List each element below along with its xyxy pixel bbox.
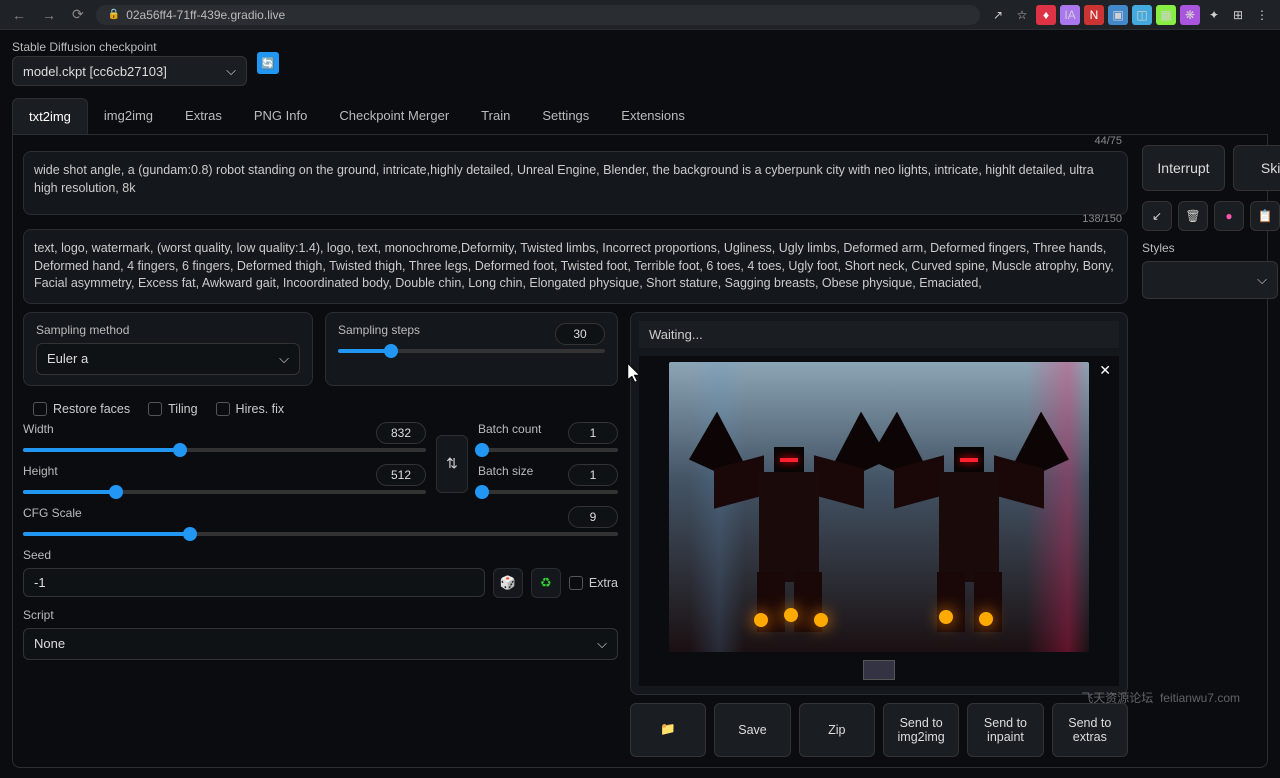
menu-icon[interactable]: ⋮ — [1252, 5, 1272, 25]
cfg-slider[interactable] — [23, 532, 618, 536]
tab-img2img[interactable]: img2img — [88, 98, 169, 134]
open-folder-button[interactable]: 📁 — [630, 703, 706, 757]
ext-icon[interactable]: ▦ — [1156, 5, 1176, 25]
sampling-steps-slider[interactable] — [338, 349, 605, 353]
url-bar[interactable]: 🔒 02a56ff4-71ff-439e.gradio.live — [96, 5, 980, 25]
batch-size-label: Batch size — [478, 464, 533, 478]
negative-prompt-input[interactable]: text, logo, watermark, (worst quality, l… — [23, 229, 1128, 304]
checkpoint-select[interactable]: model.ckpt [cc6cb27103] ⌵ — [12, 56, 247, 86]
batch-size-slider[interactable] — [478, 490, 618, 494]
batch-count-slider[interactable] — [478, 448, 618, 452]
tab-extras[interactable]: Extras — [169, 98, 238, 134]
ext-icon[interactable]: N — [1084, 5, 1104, 25]
tab-settings[interactable]: Settings — [526, 98, 605, 134]
restore-faces-checkbox[interactable]: Restore faces — [33, 402, 130, 416]
ext-icon[interactable]: ♦ — [1036, 5, 1056, 25]
browser-chrome: ← → ⟳ 🔒 02a56ff4-71ff-439e.gradio.live ↗… — [0, 0, 1280, 30]
batch-size-value[interactable]: 1 — [568, 464, 618, 486]
width-slider[interactable] — [23, 448, 426, 452]
script-select[interactable]: None ⌵ — [23, 628, 618, 660]
interrupt-button[interactable]: Interrupt — [1142, 145, 1225, 191]
height-label: Height — [23, 464, 58, 478]
tab-checkpoint-merger[interactable]: Checkpoint Merger — [323, 98, 465, 134]
random-seed-button[interactable]: 🎲 — [493, 568, 523, 598]
seed-input[interactable]: -1 — [23, 568, 485, 597]
neg-prompt-counter: 138/150 — [1082, 213, 1122, 225]
sampling-steps-label: Sampling steps — [338, 323, 420, 337]
share-icon[interactable]: ↗ — [988, 5, 1008, 25]
tab-pnginfo[interactable]: PNG Info — [238, 98, 323, 134]
browser-extension-icons: ↗ ☆ ♦ IA N ▣ ◫ ▦ ❋ ✦ ⊞ ⋮ — [988, 5, 1272, 25]
save-button[interactable]: Save — [714, 703, 790, 757]
chevron-down-icon: ⌵ — [279, 351, 289, 367]
url-text: 02a56ff4-71ff-439e.gradio.live — [126, 8, 285, 22]
tab-txt2img[interactable]: txt2img — [12, 98, 88, 134]
cfg-value[interactable]: 9 — [568, 506, 618, 528]
width-label: Width — [23, 422, 54, 436]
output-image[interactable] — [669, 362, 1089, 652]
star-icon[interactable]: ☆ — [1012, 5, 1032, 25]
clipboard-icon[interactable]: 📋 — [1250, 201, 1280, 231]
close-preview-icon[interactable]: ✕ — [1099, 362, 1111, 379]
main-tabs: txt2img img2img Extras PNG Info Checkpoi… — [12, 98, 1268, 135]
styles-select[interactable]: ⌵ — [1142, 261, 1278, 299]
hires-fix-checkbox[interactable]: Hires. fix — [216, 402, 285, 416]
chevron-down-icon: ⌵ — [1257, 272, 1267, 288]
batch-count-value[interactable]: 1 — [568, 422, 618, 444]
send-inpaint-button[interactable]: Send to inpaint — [967, 703, 1043, 757]
skip-button[interactable]: Skip — [1233, 145, 1280, 191]
sampling-method-select[interactable]: Euler a ⌵ — [36, 343, 300, 375]
extra-seed-checkbox[interactable]: Extra — [569, 576, 618, 590]
width-value[interactable]: 832 — [376, 422, 426, 444]
tab-train[interactable]: Train — [465, 98, 526, 134]
chevron-down-icon: ⌵ — [226, 63, 236, 79]
ext-icon[interactable]: ▣ — [1108, 5, 1128, 25]
reuse-seed-button[interactable]: ♻ — [531, 568, 561, 598]
prompt-counter: 44/75 — [1094, 135, 1122, 147]
output-status: Waiting... — [639, 321, 1119, 348]
checkpoint-value: model.ckpt [cc6cb27103] — [23, 64, 167, 79]
seed-label: Seed — [23, 548, 618, 562]
mouse-cursor-icon — [628, 364, 644, 384]
ext-icon[interactable]: ❋ — [1180, 5, 1200, 25]
forward-arrow-icon[interactable]: → — [38, 7, 60, 23]
reload-icon[interactable]: ⟳ — [68, 6, 88, 23]
panel-icon[interactable]: ⊞ — [1228, 5, 1248, 25]
output-thumbnail[interactable] — [863, 660, 895, 680]
ext-icon[interactable]: IA — [1060, 5, 1080, 25]
back-arrow-icon[interactable]: ← — [8, 7, 30, 23]
chevron-down-icon: ⌵ — [597, 636, 607, 652]
checkpoint-label: Stable Diffusion checkpoint — [12, 40, 247, 54]
lock-icon: 🔒 — [108, 9, 120, 20]
height-slider[interactable] — [23, 490, 426, 494]
height-value[interactable]: 512 — [376, 464, 426, 486]
watermark-text: 飞天资源论坛 feitianwu7.com — [1081, 689, 1240, 706]
style-icon[interactable]: ● — [1214, 201, 1244, 231]
batch-count-label: Batch count — [478, 422, 541, 436]
zip-button[interactable]: Zip — [799, 703, 875, 757]
arrow-icon[interactable]: ↙ — [1142, 201, 1172, 231]
tab-extensions[interactable]: Extensions — [605, 98, 701, 134]
ext-icon[interactable]: ◫ — [1132, 5, 1152, 25]
send-extras-button[interactable]: Send to extras — [1052, 703, 1128, 757]
sampling-steps-value[interactable]: 30 — [555, 323, 605, 345]
script-label: Script — [23, 608, 618, 622]
puzzle-icon[interactable]: ✦ — [1204, 5, 1224, 25]
refresh-checkpoint-button[interactable]: 🔄 — [257, 52, 279, 74]
trash-icon[interactable]: 🗑 — [1178, 201, 1208, 231]
prompt-input[interactable]: wide shot angle, a (gundam:0.8) robot st… — [23, 151, 1128, 215]
cfg-label: CFG Scale — [23, 506, 82, 520]
send-img2img-button[interactable]: Send to img2img — [883, 703, 959, 757]
sampling-method-label: Sampling method — [36, 323, 300, 337]
styles-label: Styles — [1142, 241, 1280, 255]
tiling-checkbox[interactable]: Tiling — [148, 402, 197, 416]
swap-dims-button[interactable]: ⇅ — [436, 435, 468, 493]
